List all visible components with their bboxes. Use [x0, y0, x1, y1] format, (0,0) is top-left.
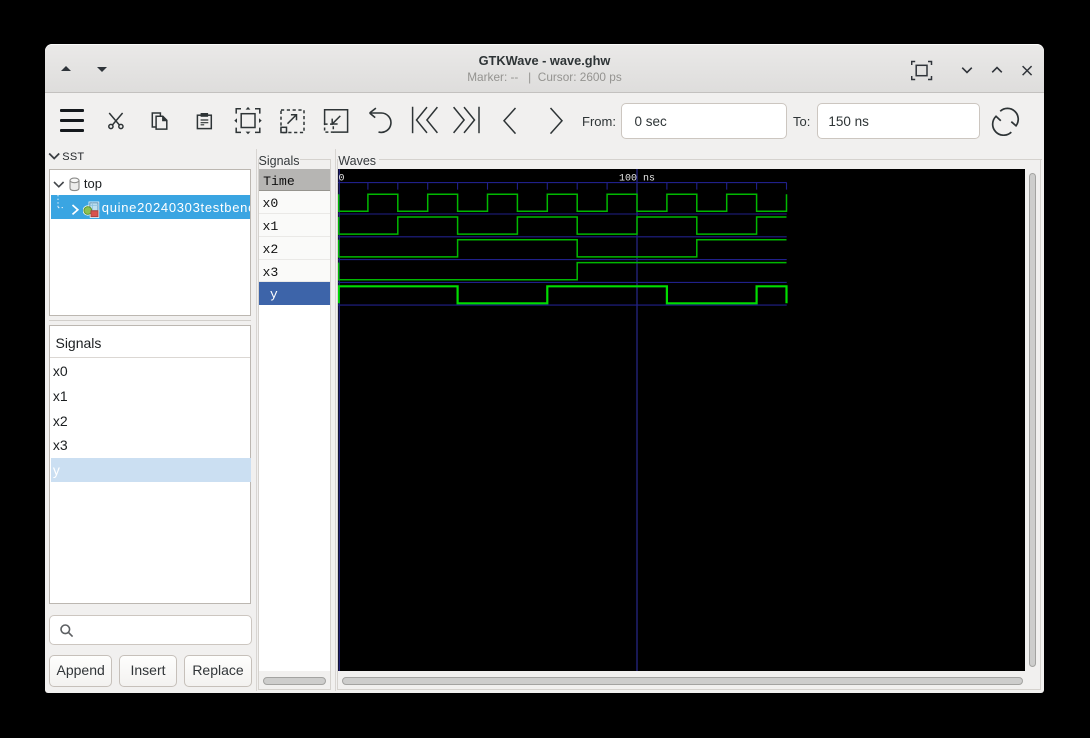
svg-text:0: 0: [339, 173, 345, 184]
svg-text:100 ns: 100 ns: [619, 173, 655, 184]
